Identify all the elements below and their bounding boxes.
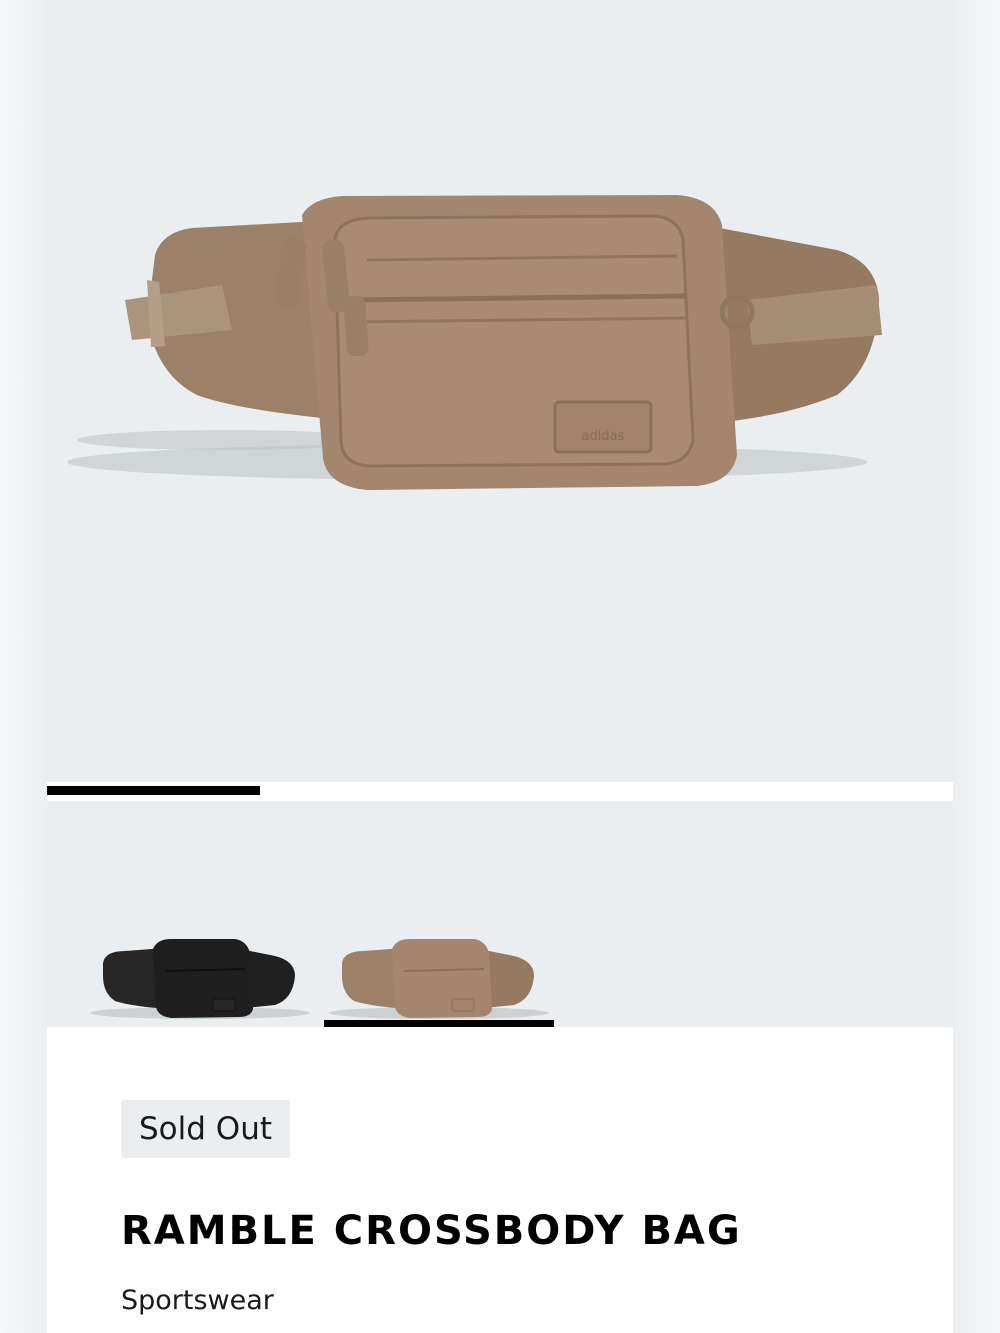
page-margin-left [0,0,47,1333]
bag-illustration: adidas [67,195,882,490]
product-page: adidas Sold Out RAMBLE CROSSBODY BAG Spo… [47,0,953,1333]
color-variant-thumbnails [47,801,953,1027]
black-bag-image [90,939,310,1019]
page-margin-right [953,0,1000,1333]
product-category: Sportswear [121,1285,274,1316]
thumbnail-brown-bag[interactable] [324,801,554,1027]
selected-thumbnail-indicator [324,1020,554,1027]
sold-out-badge: Sold Out [121,1100,290,1158]
carousel-progress-track [47,786,953,796]
product-title: RAMBLE CROSSBODY BAG [121,1208,742,1254]
main-product-image[interactable]: adidas [47,0,953,782]
thumbnail-black-bag[interactable] [85,801,315,1027]
brown-bag-image [329,939,549,1019]
carousel-progress-indicator [47,786,260,795]
svg-text:adidas: adidas [582,429,625,444]
